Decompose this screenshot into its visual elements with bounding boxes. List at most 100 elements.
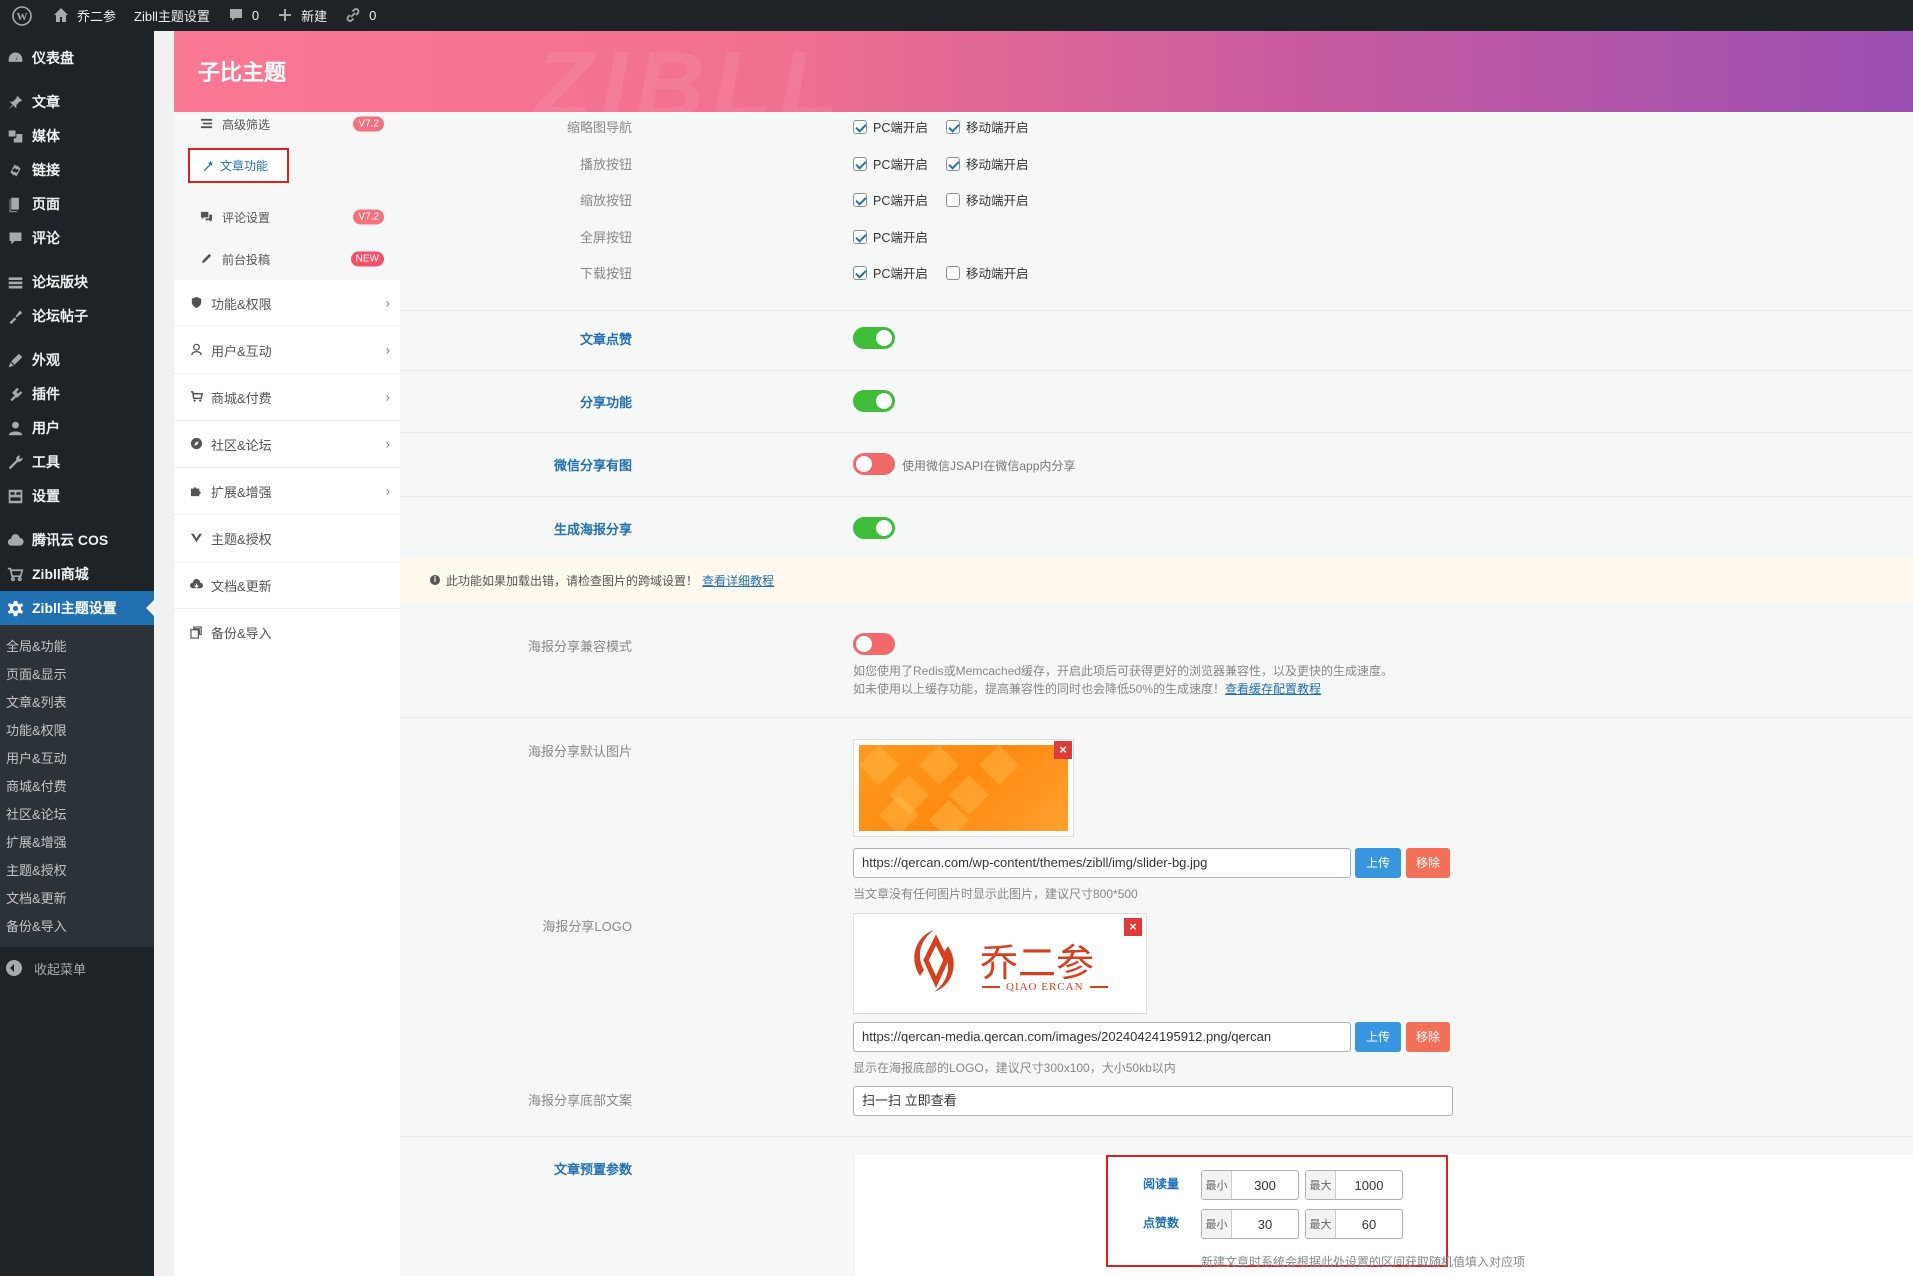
logo-url-input[interactable]: https://qercan-media.qercan.com/images/2… [853,1022,1351,1052]
default-image-remove-button[interactable]: 移除 [1406,848,1450,878]
play-button-mobile-checkbox[interactable]: 移动端开启 [946,154,1029,173]
logo-remove-button[interactable]: 移除 [1406,1022,1450,1052]
cache-config-tutorial-link[interactable]: 查看缓存配置教程 [1225,682,1321,696]
divider [400,310,1913,311]
wechat-share-image-toggle[interactable] [853,453,895,475]
menu-label: 评论 [32,230,60,246]
comments-link[interactable]: 0 [219,0,268,31]
setting-label: 文章预置参数 [553,1162,632,1177]
compass-icon [190,437,204,451]
article-like-toggle[interactable] [853,327,895,349]
nav-group-community-forum[interactable]: 社区&论坛 › [174,421,400,468]
views-max-input[interactable]: 最大 1000 [1305,1170,1403,1200]
nav-group-extensions[interactable]: 扩展&增强 › [174,468,400,515]
theme-settings-link[interactable]: Zibll主题设置 [125,0,219,31]
menu-item-zibll-theme-settings[interactable]: Zibll主题设置 [0,591,154,625]
header-watermark: ZIBLL [534,32,846,112]
share-function-toggle[interactable] [853,390,895,412]
submenu-item[interactable]: 文档&更新 [0,885,154,913]
new-content-link[interactable]: 新建 [268,0,336,31]
wordpress-logo-icon[interactable]: W [0,0,44,31]
checkbox-box [946,156,960,171]
menu-item-plugins[interactable]: 插件 [0,377,154,411]
settings-content: 缩略图导航 PC端开启 移动端开启 播放按钮 PC端开启 移动端开启 缩放按钮 … [400,112,1913,1276]
submenu-item[interactable]: 全局&功能 [0,633,154,661]
likes-min-input[interactable]: 最小 30 [1201,1209,1299,1239]
default-image-url-input[interactable]: https://qercan.com/wp-content/themes/zib… [853,848,1351,878]
submenu-item[interactable]: 主题&授权 [0,857,154,885]
nav-group-users-interaction[interactable]: 用户&互动 › [174,327,400,374]
menu-item-appearance[interactable]: 外观 [0,343,154,377]
submenu-item[interactable]: 页面&显示 [0,661,154,689]
menu-item-zibll-shop[interactable]: Zibll商城 [0,557,154,591]
nav-group-theme-license[interactable]: 主题&授权 [174,515,400,562]
thumbnail-nav-pc-checkbox[interactable]: PC端开启 [853,117,928,136]
views-min-input[interactable]: 最小 300 [1201,1170,1299,1200]
cors-notice: i 此功能如果加载出错，请检查图片的跨域设置！ 查看详细教程 [400,558,1913,602]
poster-share-toggle[interactable] [853,517,895,539]
submenu-item[interactable]: 备份&导入 [0,913,154,941]
nav-group-features-permissions[interactable]: 功能&权限 › [174,280,400,327]
menu-item-posts[interactable]: 文章 [0,85,154,119]
menu-item-forum-sections[interactable]: 论坛版块 [0,265,154,299]
likes-max-input[interactable]: 最大 60 [1305,1209,1403,1239]
links-link[interactable]: 0 [336,0,385,31]
remove-logo-icon[interactable]: × [1124,918,1142,936]
play-button-pc-checkbox[interactable]: PC端开启 [853,154,928,173]
nav-group-docs-updates[interactable]: 文档&更新 [174,562,400,609]
nav-sub-advanced-filter[interactable]: 高级筛选 V7.2 [174,112,400,136]
menu-item-pages[interactable]: 页面 [0,187,154,221]
collapse-menu-button[interactable]: 收起菜单 [0,951,154,985]
submenu-item[interactable]: 功能&权限 [0,717,154,745]
divider [400,370,1913,371]
version-badge: V7.2 [353,116,384,132]
checkbox-box [853,119,867,134]
submenu-item[interactable]: 文章&列表 [0,689,154,717]
likes-max-value: 60 [1361,1216,1377,1232]
submenu-item[interactable]: 扩展&增强 [0,829,154,857]
menu-item-tencent-cos[interactable]: 腾讯云 COS [0,523,154,557]
download-button-mobile-checkbox[interactable]: 移动端开启 [946,263,1029,282]
zoom-button-mobile-checkbox[interactable]: 移动端开启 [946,190,1029,209]
nav-sub-article-features[interactable]: 文章功能 [188,148,289,183]
poster-footer-text-input[interactable]: 扫一扫 立即查看 [853,1086,1453,1116]
max-prefix: 最大 [1306,1210,1336,1238]
menu-item-settings[interactable]: 设置 [0,479,154,513]
menu-item-tools[interactable]: 工具 [0,445,154,479]
menu-item-dashboard[interactable]: 仪表盘 [0,41,154,75]
menu-label: 工具 [32,454,60,470]
site-name-link[interactable]: 乔二参 [44,0,125,31]
checkbox-label: PC端开启 [873,158,928,172]
nav-group-shop-payment[interactable]: 商城&付费 › [174,374,400,421]
nav-label: 评论设置 [222,210,271,225]
nav-sub-comment-settings[interactable]: 评论设置 V7.2 [174,196,400,238]
toggle-knob [856,456,872,472]
forum-post-icon [6,307,24,325]
notice-tutorial-link[interactable]: 查看详细教程 [702,572,774,589]
default-image-upload-button[interactable]: 上传 [1355,848,1401,878]
pencil-icon [200,252,214,266]
checkbox-box [853,265,867,280]
submenu-item[interactable]: 商城&付费 [0,773,154,801]
fullscreen-button-pc-checkbox[interactable]: PC端开启 [853,227,928,246]
menu-item-links[interactable]: 链接 [0,153,154,187]
logo-upload-button[interactable]: 上传 [1355,1022,1401,1052]
submenu-item[interactable]: 社区&论坛 [0,801,154,829]
link-icon [6,161,24,179]
remove-default-image-icon[interactable]: × [1054,741,1072,759]
submenu-item[interactable]: 用户&互动 [0,745,154,773]
theme-options-nav: 高级筛选 V7.2 文章功能 评论设置 V7.2 前台投稿 NEW 功能&权限 ›… [174,112,400,1276]
download-button-pc-checkbox[interactable]: PC端开启 [853,263,928,282]
new-label: 新建 [301,9,328,24]
menu-item-users[interactable]: 用户 [0,411,154,445]
nav-label: 文章功能 [220,159,269,173]
nav-group-backup-import[interactable]: 备份&导入 [174,609,400,656]
menu-item-comments[interactable]: 评论 [0,221,154,255]
zoom-button-pc-checkbox[interactable]: PC端开启 [853,190,928,209]
setting-label: 生成海报分享 [553,522,632,537]
menu-item-media[interactable]: 媒体 [0,119,154,153]
thumbnail-nav-mobile-checkbox[interactable]: 移动端开启 [946,117,1029,136]
menu-item-forum-posts[interactable]: 论坛帖子 [0,299,154,333]
poster-compat-mode-toggle[interactable] [853,633,895,655]
nav-sub-frontend-submission[interactable]: 前台投稿 NEW [174,238,400,280]
